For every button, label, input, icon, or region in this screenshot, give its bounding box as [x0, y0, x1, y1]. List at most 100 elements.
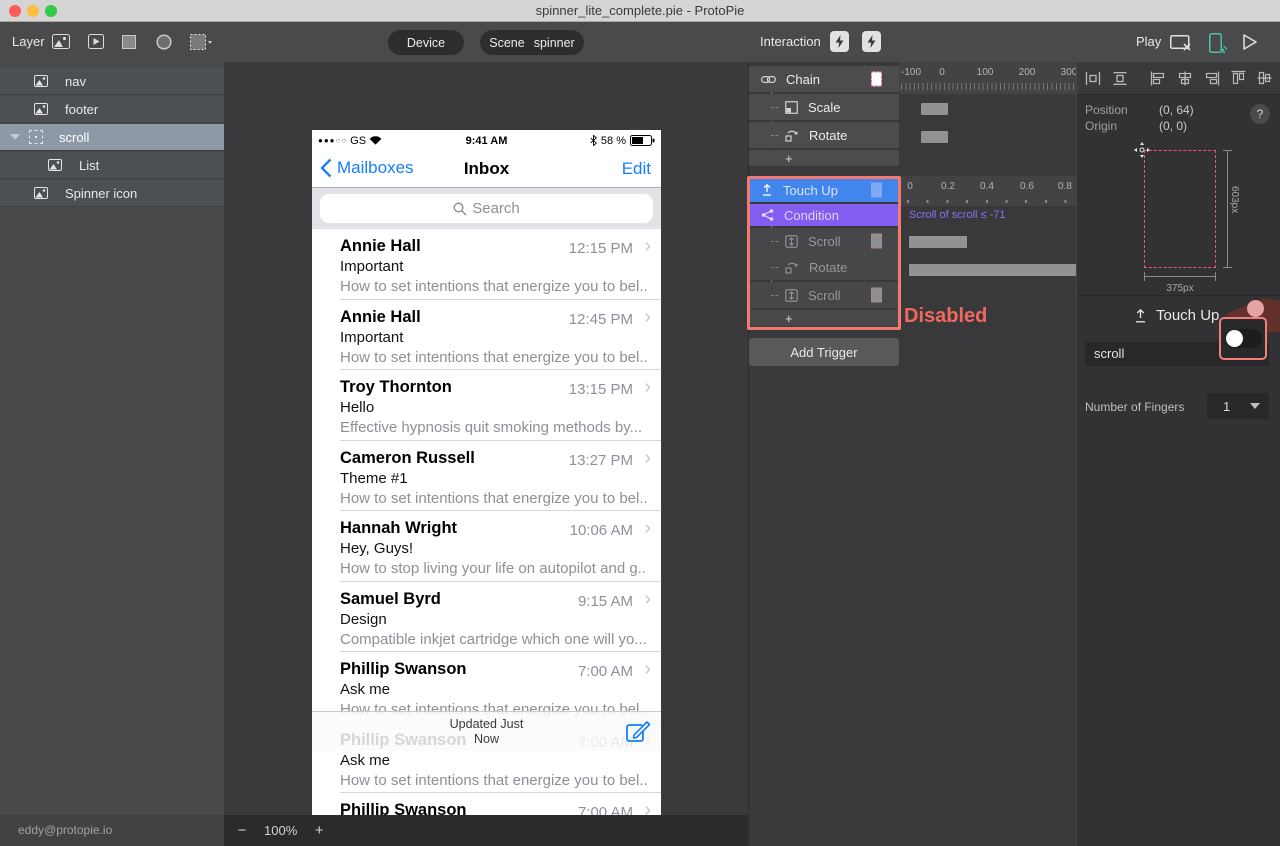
timeline-bar-scroll[interactable]: [909, 236, 967, 248]
interaction-record-icon[interactable]: [830, 31, 849, 52]
align-center-horizontal-icon[interactable]: [1177, 71, 1193, 86]
add-rectangle-layer-icon[interactable]: [122, 35, 136, 49]
mirror-device-icon[interactable]: [1209, 33, 1227, 53]
layer-item-footer[interactable]: footer: [0, 96, 224, 123]
response-scroll2-disabled[interactable]: Scroll: [749, 282, 899, 308]
timeline-bar-rotate[interactable]: [921, 131, 948, 143]
account-statusbar: eddy@protopie.io: [0, 815, 224, 846]
email-row[interactable]: Annie Hall 12:15 PM › Important How to set …: [312, 229, 661, 300]
updated-status-text: Updated Just Now: [449, 717, 524, 746]
email-row[interactable]: Troy Thornton 13:15 PM › Hello Effective hy…: [312, 370, 661, 441]
chevron-right-icon: ›: [644, 305, 651, 328]
email-row[interactable]: Samuel Byrd 9:15 AM › Design Compatible ink…: [312, 581, 661, 652]
timeline-ruler-seconds: 0 0.2 0.4 0.6 0.8: [899, 176, 1077, 206]
number-of-fingers-select[interactable]: 1: [1207, 393, 1269, 419]
interaction-label: Interaction: [760, 34, 821, 49]
layer-label: scroll: [59, 129, 90, 145]
layer-item-list[interactable]: List: [0, 152, 224, 179]
layer-panel: nav footer scroll List Spinner icon: [0, 62, 224, 815]
scale-icon: [785, 100, 798, 114]
annotation-dot: [1247, 300, 1264, 317]
enabled-toggle-highlight: [1219, 317, 1267, 360]
timeline-bar-rotate2[interactable]: [909, 264, 1077, 276]
timeline-ruler-pixels: -100 0 100 200 300: [899, 62, 1077, 94]
layer-bounds-preview[interactable]: [1144, 150, 1216, 268]
email-row[interactable]: Cameron Russell 13:27 PM › Theme #1 How to …: [312, 440, 661, 511]
edit-button[interactable]: Edit: [622, 159, 651, 179]
image-layer-icon: [48, 159, 62, 171]
timeline-bar-scale[interactable]: [921, 103, 948, 115]
distribute-horizontal-icon[interactable]: [1085, 71, 1101, 86]
email-row[interactable]: Hannah Wright 10:06 AM › Hey, Guys! How to …: [312, 511, 661, 582]
compose-icon[interactable]: [626, 719, 651, 744]
response-scroll-disabled[interactable]: Scroll: [749, 228, 899, 254]
toggle-knob: [1225, 330, 1243, 347]
add-video-layer-icon[interactable]: [88, 34, 104, 49]
preview-window-icon[interactable]: [1170, 35, 1193, 52]
scene-button[interactable]: Scene spinner: [480, 30, 584, 55]
align-left-icon[interactable]: [1150, 71, 1166, 86]
email-row[interactable]: Phillip Swanson7:00 AM› Ask meHow to set…: [312, 793, 661, 815]
zoom-in-button[interactable]: +: [311, 822, 327, 839]
play-icon[interactable]: [1243, 34, 1257, 50]
add-oval-layer-icon[interactable]: [156, 34, 172, 50]
section-divider: [1077, 295, 1280, 296]
align-right-icon[interactable]: [1204, 71, 1220, 86]
chevron-down-icon: [1250, 403, 1260, 409]
number-of-fingers-label: Number of Fingers: [1085, 400, 1185, 414]
add-image-layer-icon[interactable]: [52, 34, 70, 49]
search-input[interactable]: Search: [320, 194, 653, 223]
add-response-button[interactable]: +: [749, 150, 899, 166]
layer-chip: [871, 233, 882, 249]
account-email: eddy@protopie.io: [18, 823, 113, 837]
chevron-right-icon: ›: [644, 658, 651, 680]
email-row[interactable]: Annie Hall 12:45 PM › Important How to set …: [312, 299, 661, 370]
enabled-toggle[interactable]: [1224, 329, 1262, 348]
condition-formula[interactable]: Scroll of scroll ≤ -71: [909, 209, 1006, 221]
image-layer-icon: [34, 75, 48, 87]
add-container-layer-icon[interactable]: [190, 34, 212, 50]
layer-item-spinner-icon[interactable]: Spinner icon: [0, 180, 224, 207]
phone-nav-bar: Mailboxes Inbox Edit: [312, 151, 661, 188]
layer-chip: [871, 287, 882, 303]
app-window: spinner_lite_complete.pie - ProtoPie Lay…: [0, 0, 1280, 846]
width-dimension: 375px: [1166, 283, 1194, 294]
battery-percent: 58 %: [600, 134, 626, 147]
search-icon: [453, 201, 467, 216]
chevron-right-icon: ›: [644, 517, 651, 539]
add-response-button[interactable]: +: [749, 310, 899, 326]
phone-status-bar: ●●●○○ GS 9:41 AM 58 %: [312, 130, 661, 151]
device-button[interactable]: Device: [388, 30, 464, 55]
response-scale[interactable]: Scale: [749, 94, 899, 120]
canvas[interactable]: ●●●○○ GS 9:41 AM 58 % Mailboxes Inbox Ed…: [224, 62, 748, 815]
help-button[interactable]: ?: [1250, 104, 1270, 124]
timeline-area: -100 0 100 200 300 0 0.2 0.4 0.6 0.8 Scr…: [899, 62, 1077, 846]
position-label: Position: [1085, 103, 1128, 117]
scroll-icon: [785, 234, 798, 248]
align-top-icon[interactable]: [1231, 70, 1246, 86]
chevron-right-icon: ›: [644, 799, 651, 815]
zoom-out-button[interactable]: −: [234, 822, 250, 839]
response-rotate-disabled[interactable]: Rotate: [749, 254, 899, 280]
condition-icon: [761, 209, 774, 221]
play-label: Play: [1136, 34, 1162, 49]
chevron-right-icon: ›: [644, 587, 651, 610]
trigger-touch-up[interactable]: Touch Up: [749, 178, 899, 202]
interaction-library-icon[interactable]: [862, 31, 881, 52]
app-toolbar: Layer Device Scene spinner Interaction P…: [0, 22, 1280, 62]
layer-item-nav[interactable]: nav: [0, 68, 224, 95]
inbox-title: Inbox: [463, 159, 510, 178]
distribute-vertical-icon[interactable]: [1112, 71, 1128, 86]
chevron-right-icon: ›: [644, 376, 651, 398]
rotate-icon: [785, 129, 799, 142]
response-rotate[interactable]: Rotate: [749, 122, 899, 148]
ruler-ticks: [907, 200, 1073, 203]
align-middle-vertical-icon[interactable]: [1257, 70, 1272, 86]
layer-label: Spinner icon: [65, 185, 138, 201]
disclosure-triangle-icon[interactable]: [10, 134, 20, 140]
condition-row[interactable]: Condition: [749, 204, 899, 226]
add-trigger-button[interactable]: Add Trigger: [749, 338, 899, 366]
layer-item-scroll-selected[interactable]: scroll: [0, 124, 224, 151]
zoom-level[interactable]: 100%: [264, 823, 297, 838]
trigger-chain[interactable]: Chain: [749, 66, 899, 92]
